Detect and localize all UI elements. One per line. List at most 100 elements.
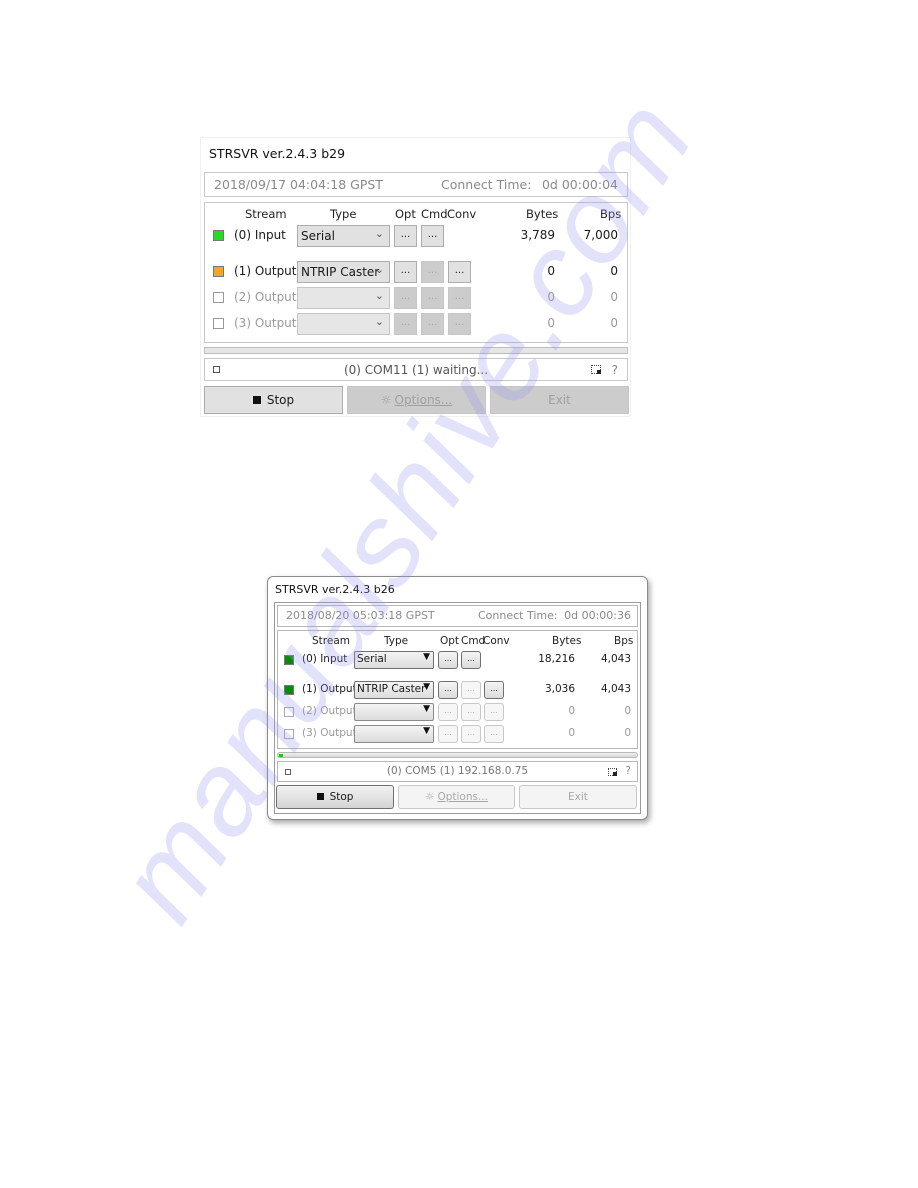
stream-label: (0) Input — [234, 228, 286, 242]
stream-checkbox[interactable] — [284, 655, 294, 665]
opt-button[interactable]: ... — [394, 313, 417, 335]
window-body: 2018/08/20 05:03:18 GPST Connect Time: 0… — [274, 602, 641, 814]
stream-row-output-2: (2) Output ▼ ... ... ... 0 0 — [278, 703, 637, 721]
header-conv: Conv — [483, 635, 510, 647]
stream-checkbox[interactable] — [284, 729, 294, 739]
stream-checkbox[interactable] — [284, 685, 294, 695]
options-button[interactable]: ☼ Options... — [398, 785, 515, 809]
cmd-button[interactable]: ... — [421, 287, 444, 309]
cmd-button[interactable]: ... — [421, 261, 444, 283]
header-type: Type — [330, 207, 357, 221]
stream-checkbox[interactable] — [213, 230, 224, 241]
status-bar: (0) COM11 (1) waiting... ? — [204, 358, 628, 381]
stream-label: (1) Output — [302, 683, 357, 695]
chevron-down-icon: ⌄ — [374, 263, 384, 276]
header-type: Type — [384, 635, 409, 647]
type-select[interactable]: NTRIP Caster ⌄ — [297, 261, 390, 283]
progress-bar — [277, 752, 638, 758]
conv-button[interactable]: ... — [448, 313, 471, 335]
type-value: NTRIP Caster — [357, 683, 426, 695]
bytes-value: 0 — [568, 727, 575, 739]
stream-row-output-3: (3) Output ⌄ ... ... ... 0 0 — [205, 313, 627, 335]
help-button[interactable]: ? — [625, 765, 631, 777]
type-select[interactable]: ▼ — [354, 703, 434, 721]
stream-label: (3) Output — [302, 727, 357, 739]
stream-checkbox[interactable] — [213, 292, 224, 303]
stream-label: (2) Output — [302, 705, 357, 717]
header-bytes: Bytes — [526, 207, 559, 221]
type-value: Serial — [357, 653, 387, 665]
exit-button[interactable]: Exit — [519, 785, 637, 809]
cmd-button[interactable]: ... — [461, 681, 481, 699]
type-select[interactable]: Serial ▼ — [354, 651, 434, 669]
chevron-down-icon: ⌄ — [374, 315, 384, 328]
cmd-button[interactable]: ... — [421, 313, 444, 335]
exit-button[interactable]: Exit — [490, 386, 629, 414]
opt-button[interactable]: ... — [438, 725, 458, 743]
options-button[interactable]: ☼ Options... — [347, 386, 486, 414]
cmd-button[interactable]: ... — [461, 651, 481, 669]
progress-fill — [279, 754, 283, 757]
stream-row-output-2: (2) Output ⌄ ... ... ... 0 0 — [205, 287, 627, 309]
type-select[interactable]: NTRIP Caster ▼ — [354, 681, 434, 699]
bps-value: 0 — [610, 264, 618, 278]
monitor-icon[interactable] — [608, 768, 617, 776]
bps-value: 0 — [624, 727, 631, 739]
stream-checkbox[interactable] — [213, 318, 224, 329]
gps-time: 2018/08/20 05:03:18 GPST — [286, 609, 435, 622]
header-opt: Opt — [395, 207, 416, 221]
cmd-button[interactable]: ... — [461, 703, 481, 721]
strsvr-window-b29: STRSVR ver.2.4.3 b29 2018/09/17 04:04:18… — [200, 137, 631, 417]
connect-time-label: Connect Time: — [441, 177, 532, 192]
header-cmd: Cmd — [421, 207, 448, 221]
cmd-button[interactable]: ... — [421, 225, 444, 247]
header-cmd: Cmd — [461, 635, 486, 647]
opt-button[interactable]: ... — [438, 703, 458, 721]
header-stream: Stream — [312, 635, 350, 647]
conv-button[interactable]: ... — [484, 703, 504, 721]
bytes-value: 0 — [547, 264, 555, 278]
stream-label: (3) Output — [234, 316, 297, 330]
monitor-icon[interactable] — [591, 365, 601, 374]
type-select[interactable]: Serial ⌄ — [297, 225, 390, 247]
type-select[interactable]: ⌄ — [297, 287, 390, 309]
opt-button[interactable]: ... — [394, 287, 417, 309]
dropdown-arrow-icon: ▼ — [423, 726, 430, 736]
streams-panel: Stream Type Opt Cmd Conv Bytes Bps (0) I… — [204, 202, 628, 343]
opt-button[interactable]: ... — [438, 681, 458, 699]
connect-time-value: 0d 00:00:04 — [541, 177, 618, 192]
stop-button[interactable]: Stop — [204, 386, 343, 414]
stop-button[interactable]: Stop — [276, 785, 394, 809]
options-label: Options... — [394, 393, 453, 407]
time-bar: 2018/09/17 04:04:18 GPST Connect Time: 0… — [204, 172, 628, 197]
conv-button[interactable]: ... — [448, 287, 471, 309]
bps-value: 0 — [624, 705, 631, 717]
gear-icon: ☼ — [425, 791, 435, 803]
opt-button[interactable]: ... — [394, 225, 417, 247]
connect-time-label: Connect Time: — [478, 609, 558, 622]
bps-value: 7,000 — [583, 228, 618, 242]
chevron-down-icon: ⌄ — [374, 227, 384, 240]
opt-button[interactable]: ... — [394, 261, 417, 283]
cmd-button[interactable]: ... — [461, 725, 481, 743]
type-select[interactable]: ▼ — [354, 725, 434, 743]
header-stream: Stream — [245, 207, 287, 221]
gps-time: 2018/09/17 04:04:18 GPST — [214, 177, 383, 192]
stream-checkbox[interactable] — [213, 266, 224, 277]
window-title: STRSVR ver.2.4.3 b29 — [209, 146, 346, 161]
stop-icon — [252, 396, 261, 404]
stream-checkbox[interactable] — [284, 707, 294, 717]
opt-button[interactable]: ... — [438, 651, 458, 669]
bps-value: 4,043 — [600, 653, 631, 665]
conv-button[interactable]: ... — [484, 681, 504, 699]
conv-button[interactable]: ... — [448, 261, 471, 283]
stream-label: (2) Output — [234, 290, 297, 304]
stream-row-input-0: (0) Input Serial ▼ ... ... 18,216 4,043 — [278, 651, 637, 669]
help-button[interactable]: ? — [612, 363, 618, 377]
chevron-down-icon: ⌄ — [374, 289, 384, 302]
conv-button[interactable]: ... — [484, 725, 504, 743]
header-bytes: Bytes — [552, 635, 582, 647]
stream-row-output-3: (3) Output ▼ ... ... ... 0 0 — [278, 725, 637, 743]
type-select[interactable]: ⌄ — [297, 313, 390, 335]
dropdown-arrow-icon: ▼ — [423, 704, 430, 714]
